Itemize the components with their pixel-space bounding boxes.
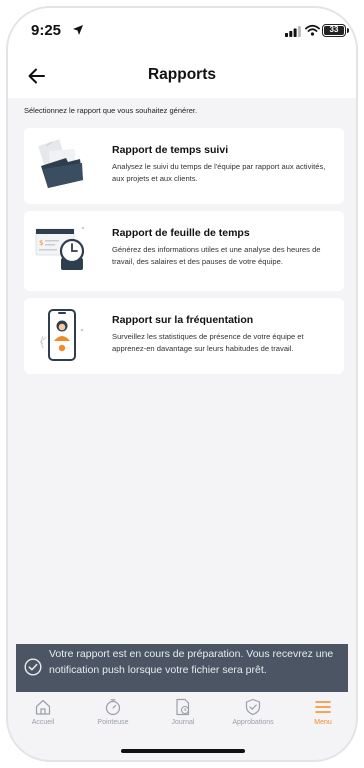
- shield-check-icon: [245, 698, 261, 716]
- toast-notification: Votre rapport est en cours de préparatio…: [16, 644, 348, 692]
- tab-bar: Accueil Pointeuse Journal Approbations M…: [8, 692, 356, 732]
- tab-label: Approbations: [232, 719, 274, 726]
- report-card-attendance[interactable]: Rapport sur la fréquentation Surveillez …: [24, 298, 344, 374]
- report-description: Surveillez les statistiques de présence …: [112, 332, 304, 353]
- tab-menu[interactable]: Menu: [291, 698, 355, 726]
- tab-label: Accueil: [31, 719, 55, 726]
- phone-attendance-illustration: [39, 309, 84, 361]
- stopwatch-icon: [105, 699, 121, 716]
- tab-journal[interactable]: Journal: [151, 698, 215, 726]
- report-card-tracked-time[interactable]: Rapport de temps suivi Analysez le suivi…: [24, 128, 344, 204]
- wifi-icon: [305, 24, 320, 36]
- home-icon: [35, 699, 51, 715]
- report-card-timesheet[interactable]: $ Rapport de feuille de temps Générez de…: [24, 211, 344, 291]
- timesheet-clock-illustration: $: [35, 227, 85, 270]
- check-circle-icon: [24, 658, 42, 676]
- instructions-text: Sélectionnez le rapport que vous souhait…: [24, 106, 198, 115]
- home-indicator: [121, 749, 245, 753]
- status-bar: 9:25 33: [8, 8, 356, 54]
- svg-text:$: $: [39, 239, 43, 247]
- tab-accueil[interactable]: Accueil: [11, 698, 75, 726]
- report-description: Générez des informations utiles et une a…: [112, 245, 321, 266]
- hamburger-menu-icon: [315, 701, 331, 713]
- battery-icon: 33: [322, 24, 346, 37]
- location-arrow-icon: [73, 25, 83, 35]
- toast-message: Votre rapport est en cours de préparatio…: [49, 648, 334, 676]
- nav-header: Rapports: [8, 54, 356, 98]
- page-title: Rapports: [147, 66, 217, 83]
- report-title: Rapport de temps suivi: [112, 144, 229, 156]
- journal-clock-icon: [176, 698, 190, 716]
- tab-label: Menu: [314, 719, 332, 726]
- tab-pointeuse[interactable]: Pointeuse: [81, 698, 145, 726]
- battery-tip: [347, 28, 349, 33]
- battery-level: 33: [324, 26, 344, 35]
- tab-approbations[interactable]: Approbations: [221, 698, 285, 726]
- report-title: Rapport de feuille de temps: [112, 227, 250, 239]
- report-title: Rapport sur la fréquentation: [112, 314, 254, 326]
- tab-label: Journal: [171, 719, 195, 726]
- folder-illustration: [38, 139, 83, 188]
- phone-frame: 9:25 33 Rapports Sélectionnez le rapport…: [6, 6, 358, 762]
- status-time: 9:25: [31, 22, 62, 39]
- signal-icon: [285, 26, 301, 37]
- report-description: Analysez le suivi du temps de l'équipe p…: [112, 162, 326, 183]
- tab-label: Pointeuse: [97, 719, 129, 726]
